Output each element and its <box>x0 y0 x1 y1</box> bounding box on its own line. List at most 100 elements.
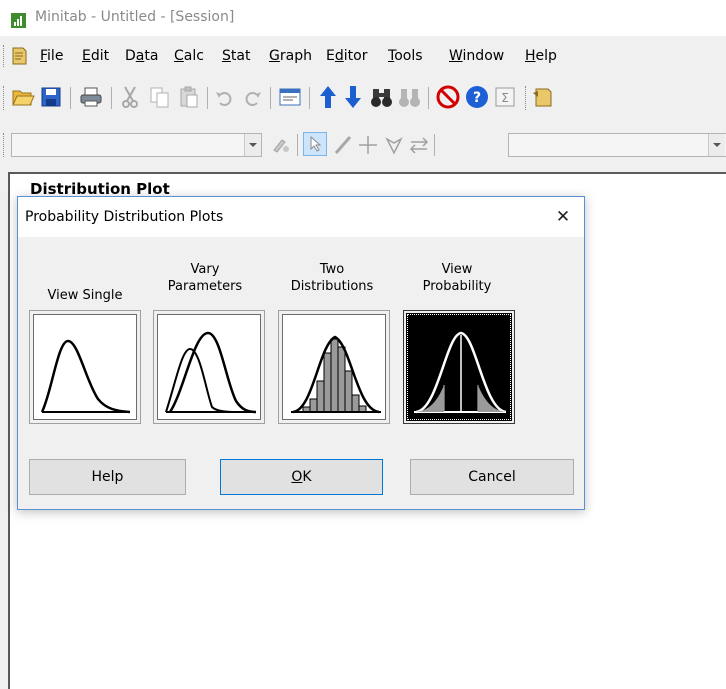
option-label-line1: Vary <box>190 262 220 277</box>
single-distribution-curve-icon <box>40 339 131 414</box>
two-distributions-button[interactable] <box>278 310 390 424</box>
crosshairs-icon[interactable] <box>357 133 379 157</box>
find-binoculars-icon[interactable] <box>370 85 394 109</box>
menu-edit-label: dit <box>90 48 110 64</box>
vary-parameters-button[interactable] <box>153 310 265 424</box>
svg-text:?: ? <box>473 90 481 106</box>
menu-stat[interactable]: Stat <box>222 48 250 64</box>
toolbar-separator <box>309 87 310 109</box>
toolbar-separator <box>70 87 71 109</box>
close-button[interactable]: ✕ <box>546 201 580 233</box>
menu-editor[interactable]: Editor <box>326 48 367 64</box>
toolbar-grip[interactable] <box>3 86 7 110</box>
close-icon: ✕ <box>555 207 571 227</box>
find-next-icon[interactable] <box>398 85 422 109</box>
open-folder-icon[interactable] <box>11 85 35 109</box>
menu-file-mnemonic: F <box>40 48 48 64</box>
app-titlebar: Minitab - Untitled - [Session] <box>0 0 726 36</box>
svg-text:Σ: Σ <box>501 91 509 105</box>
menu-calc-mnemonic: C <box>174 48 184 64</box>
redo-icon[interactable] <box>242 85 264 109</box>
probability-distribution-plots-dialog: Probability Distribution Plots ✕ View Si… <box>17 196 585 510</box>
print-icon[interactable] <box>79 85 103 109</box>
menu-data-post: ta <box>144 48 159 64</box>
paste-icon[interactable] <box>178 85 200 109</box>
view-single-button[interactable] <box>29 310 141 424</box>
menu-window[interactable]: Window <box>449 48 504 64</box>
pointer-arrow-icon <box>310 136 322 152</box>
toolbar-grip[interactable] <box>525 86 529 110</box>
view-probability-button[interactable] <box>403 310 515 424</box>
swap-arrows-icon[interactable] <box>408 133 430 157</box>
menubar-grip[interactable] <box>3 45 7 67</box>
menu-calc[interactable]: Calc <box>174 48 204 64</box>
menu-data-pre: D <box>125 48 136 64</box>
dialog-titlebar: Probability Distribution Plots ✕ <box>18 197 584 237</box>
menu-graph[interactable]: Graph <box>269 48 312 64</box>
toolbar-grip[interactable] <box>3 133 7 157</box>
chevron-down-icon[interactable] <box>244 134 261 156</box>
menu-stat-mnemonic: S <box>222 48 231 64</box>
menu-editor-pre: E <box>326 48 335 64</box>
option-two-distributions-label: Two Distributions <box>272 261 392 295</box>
overlapping-curves-icon <box>165 331 257 414</box>
window-title: Minitab - Untitled - [Session] <box>35 9 235 25</box>
project-manager-icon[interactable] <box>532 85 554 109</box>
help-icon[interactable]: ? <box>464 84 490 110</box>
select-tool-button[interactable] <box>303 132 327 156</box>
menu-file-label: ile <box>47 48 64 64</box>
save-icon[interactable] <box>40 85 62 109</box>
menu-editor-post: itor <box>343 48 368 64</box>
toolbar-separator <box>428 87 429 109</box>
flag-icon[interactable] <box>383 133 405 157</box>
menu-graph-mnemonic: G <box>269 48 280 64</box>
cancel-button-label: Cancel <box>468 469 516 485</box>
menu-edit[interactable]: Edit <box>82 48 109 64</box>
option-label-line2: Probability <box>422 279 492 294</box>
menu-editor-mnemonic: d <box>334 48 344 64</box>
session-window-icon[interactable] <box>278 85 302 109</box>
option-label-line2: Parameters <box>167 279 243 294</box>
menu-calc-label: alc <box>183 48 204 64</box>
standard-toolbar: ? Σ <box>0 77 726 119</box>
ok-button[interactable]: OK <box>220 459 383 495</box>
undo-icon[interactable] <box>213 85 235 109</box>
menu-data[interactable]: Data <box>125 48 158 64</box>
menu-window-mnemonic: W <box>449 48 463 64</box>
graph-editing-toolbar <box>0 126 726 164</box>
toolbar-separator <box>297 134 298 156</box>
option-vary-parameters-label: Vary Parameters <box>148 261 262 295</box>
cancel-command-icon[interactable] <box>435 84 461 110</box>
help-button[interactable]: Help <box>29 459 186 495</box>
sigma-icon[interactable]: Σ <box>494 85 516 109</box>
menu-bar: File Edit Data Calc Stat Graph Editor To… <box>0 37 726 73</box>
option-view-probability-label: View Probability <box>398 261 516 295</box>
menu-help-mnemonic: H <box>525 48 536 64</box>
brush-icon[interactable] <box>332 133 354 157</box>
copy-icon[interactable] <box>149 85 171 109</box>
ok-button-mnemonic: O <box>291 469 303 485</box>
option-view-single-label: View Single <box>30 270 140 304</box>
graph-item-dropdown[interactable] <box>11 133 262 157</box>
menu-help-label: elp <box>535 48 557 64</box>
menu-graph-label: raph <box>279 48 312 64</box>
histogram-with-curve-icon <box>291 335 381 414</box>
cut-icon[interactable] <box>119 85 141 109</box>
session-doc-icon[interactable] <box>9 46 29 66</box>
up-arrow-icon[interactable] <box>318 84 338 110</box>
menu-window-label: indow <box>462 48 505 64</box>
minitab-app-icon <box>11 13 26 28</box>
help-button-label: Help <box>91 469 124 485</box>
edit-attributes-icon[interactable] <box>270 134 292 156</box>
attribute-dropdown[interactable] <box>508 133 726 157</box>
chevron-down-icon[interactable] <box>708 134 725 156</box>
option-label-line2: Distributions <box>290 279 374 294</box>
menu-stat-label: tat <box>230 48 251 64</box>
dialog-title: Probability Distribution Plots <box>25 209 224 225</box>
menu-file[interactable]: File <box>40 48 63 64</box>
toolbar-separator <box>434 134 435 156</box>
menu-help[interactable]: Help <box>525 48 557 64</box>
down-arrow-icon[interactable] <box>343 84 363 110</box>
cancel-button[interactable]: Cancel <box>410 459 574 495</box>
menu-tools[interactable]: Tools <box>388 48 423 64</box>
